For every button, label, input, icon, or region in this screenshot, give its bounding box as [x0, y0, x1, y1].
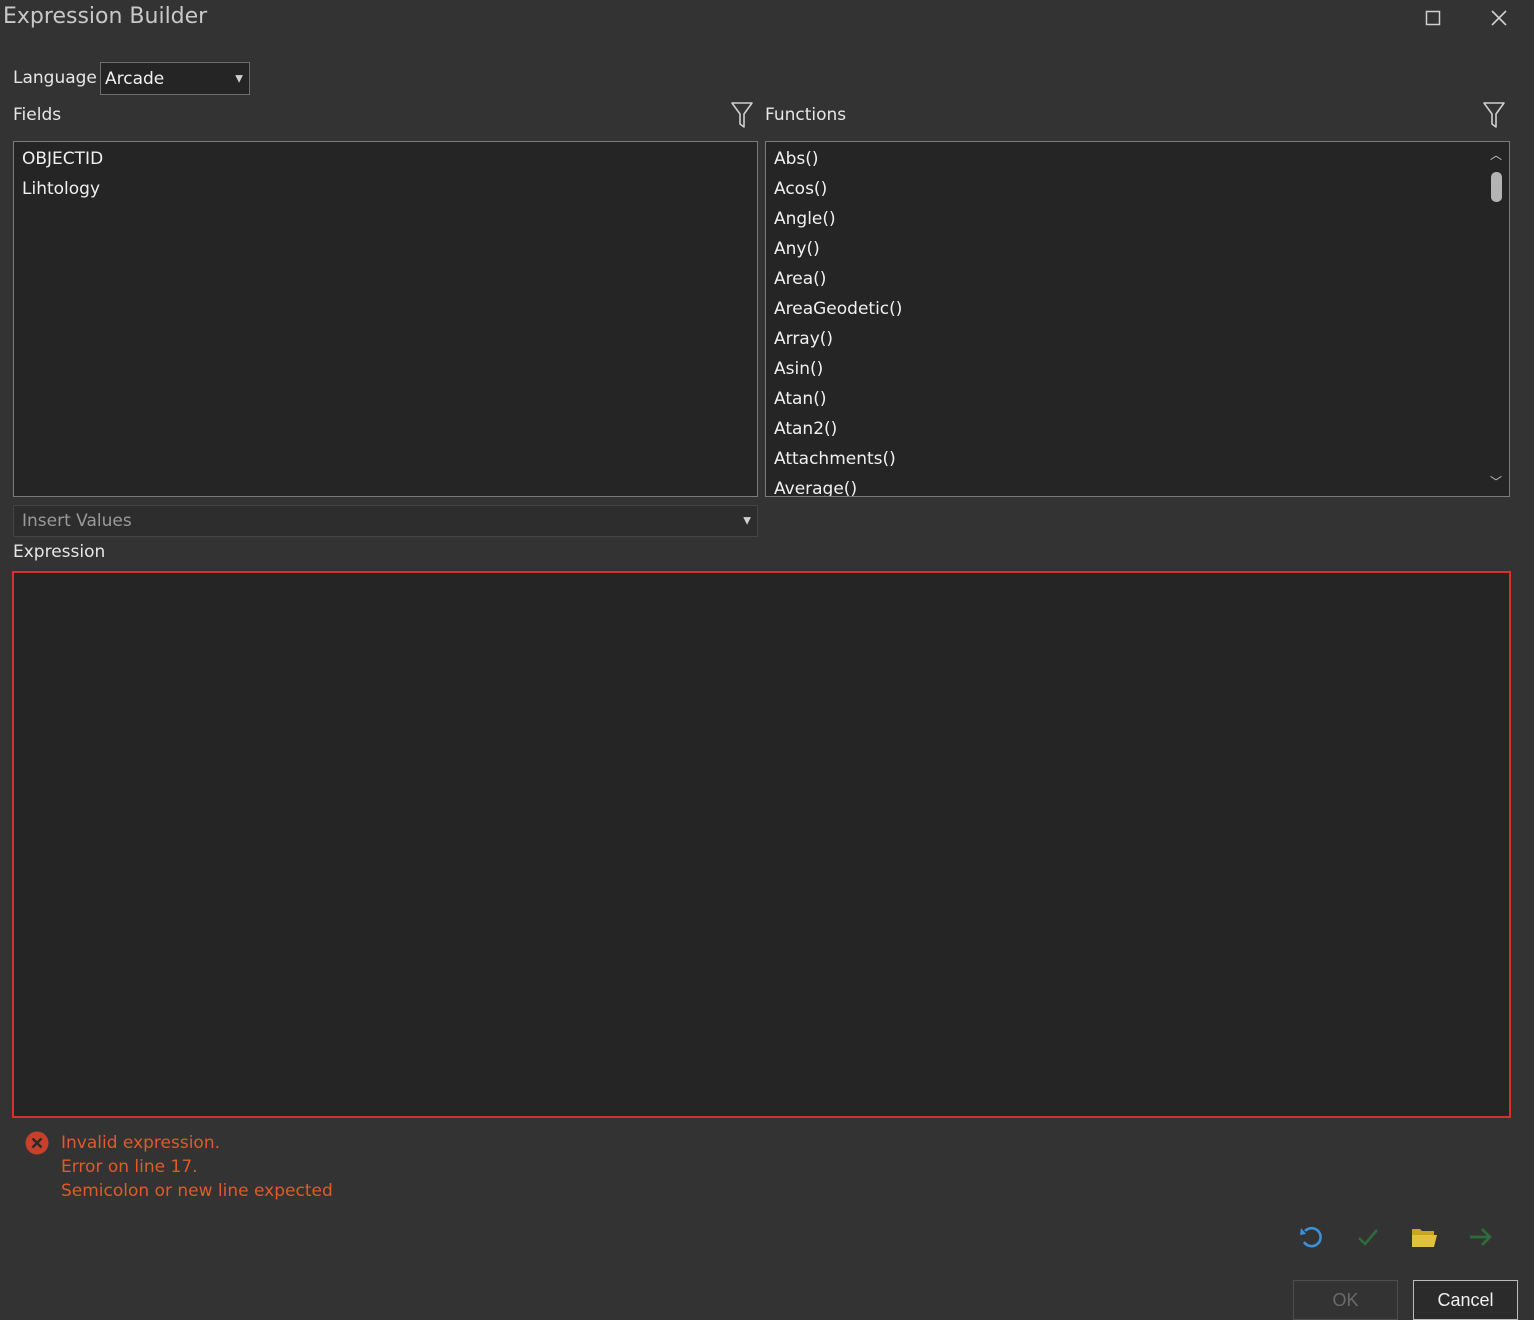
error-message: Invalid expression. Error on line 17. Se… [61, 1131, 333, 1203]
functions-filter-button[interactable] [1482, 101, 1506, 129]
functions-scrollbar[interactable]: ︿ ﹀ [1483, 142, 1509, 496]
function-item[interactable]: Angle() [766, 204, 1509, 234]
scroll-down-icon[interactable]: ﹀ [1483, 473, 1509, 490]
language-label: Language [13, 68, 97, 88]
error-line-3: Semicolon or new line expected [61, 1181, 333, 1201]
dialog-title: Expression Builder [3, 4, 208, 29]
error-line-1: Invalid expression. [61, 1133, 221, 1153]
reset-icon [1300, 1226, 1322, 1248]
arrow-right-icon [1470, 1228, 1492, 1246]
expression-text [14, 573, 1509, 585]
cancel-button[interactable]: Cancel [1413, 1280, 1518, 1320]
open-button[interactable] [1406, 1219, 1442, 1255]
error-indicator [24, 1130, 50, 1156]
close-icon [1491, 10, 1507, 26]
insert-values-placeholder: Insert Values [22, 511, 132, 531]
maximize-icon [1425, 10, 1441, 26]
run-button[interactable] [1463, 1219, 1499, 1255]
function-item[interactable]: Attachments() [766, 444, 1509, 474]
language-select[interactable]: Arcade ▼ [100, 62, 250, 95]
verify-button[interactable] [1350, 1219, 1386, 1255]
function-item[interactable]: Any() [766, 234, 1509, 264]
functions-list[interactable]: Abs() Acos() Angle() Any() Area() AreaGe… [765, 141, 1510, 497]
function-item[interactable]: Array() [766, 324, 1509, 354]
function-item[interactable]: Acos() [766, 174, 1509, 204]
field-item-objectid[interactable]: OBJECTID [14, 144, 757, 174]
insert-values-dropdown[interactable]: Insert Values ▼ [13, 505, 758, 537]
filter-icon [731, 102, 753, 128]
error-line-2: Error on line 17. [61, 1157, 198, 1177]
reset-button[interactable] [1293, 1219, 1329, 1255]
fields-filter-button[interactable] [730, 101, 754, 129]
function-item[interactable]: Asin() [766, 354, 1509, 384]
language-selected-value: Arcade [105, 68, 165, 89]
scroll-up-icon[interactable]: ︿ [1483, 146, 1509, 163]
fields-label: Fields [13, 105, 62, 125]
function-item[interactable]: Area() [766, 264, 1509, 294]
chevron-down-icon: ▼ [743, 515, 751, 527]
scroll-thumb[interactable] [1491, 172, 1502, 202]
folder-open-icon [1412, 1229, 1437, 1247]
expression-label: Expression [13, 542, 106, 562]
ok-button[interactable]: OK [1293, 1280, 1398, 1320]
function-item[interactable]: Average() [766, 474, 1509, 496]
function-item[interactable]: Atan2() [766, 414, 1509, 444]
function-item[interactable]: AreaGeodetic() [766, 294, 1509, 324]
field-item-lihtology[interactable]: Lihtology [14, 174, 757, 204]
functions-label: Functions [765, 105, 847, 125]
maximize-button[interactable] [1419, 5, 1447, 31]
filter-icon [1483, 102, 1505, 128]
expression-editor[interactable] [12, 571, 1511, 1118]
function-item[interactable]: Atan() [766, 384, 1509, 414]
close-button[interactable] [1485, 5, 1513, 31]
error-icon [25, 1131, 49, 1155]
fields-list[interactable]: OBJECTID Lihtology [13, 141, 758, 497]
checkmark-icon [1358, 1229, 1378, 1246]
chevron-down-icon: ▼ [235, 73, 243, 84]
function-item[interactable]: Abs() [766, 144, 1509, 174]
